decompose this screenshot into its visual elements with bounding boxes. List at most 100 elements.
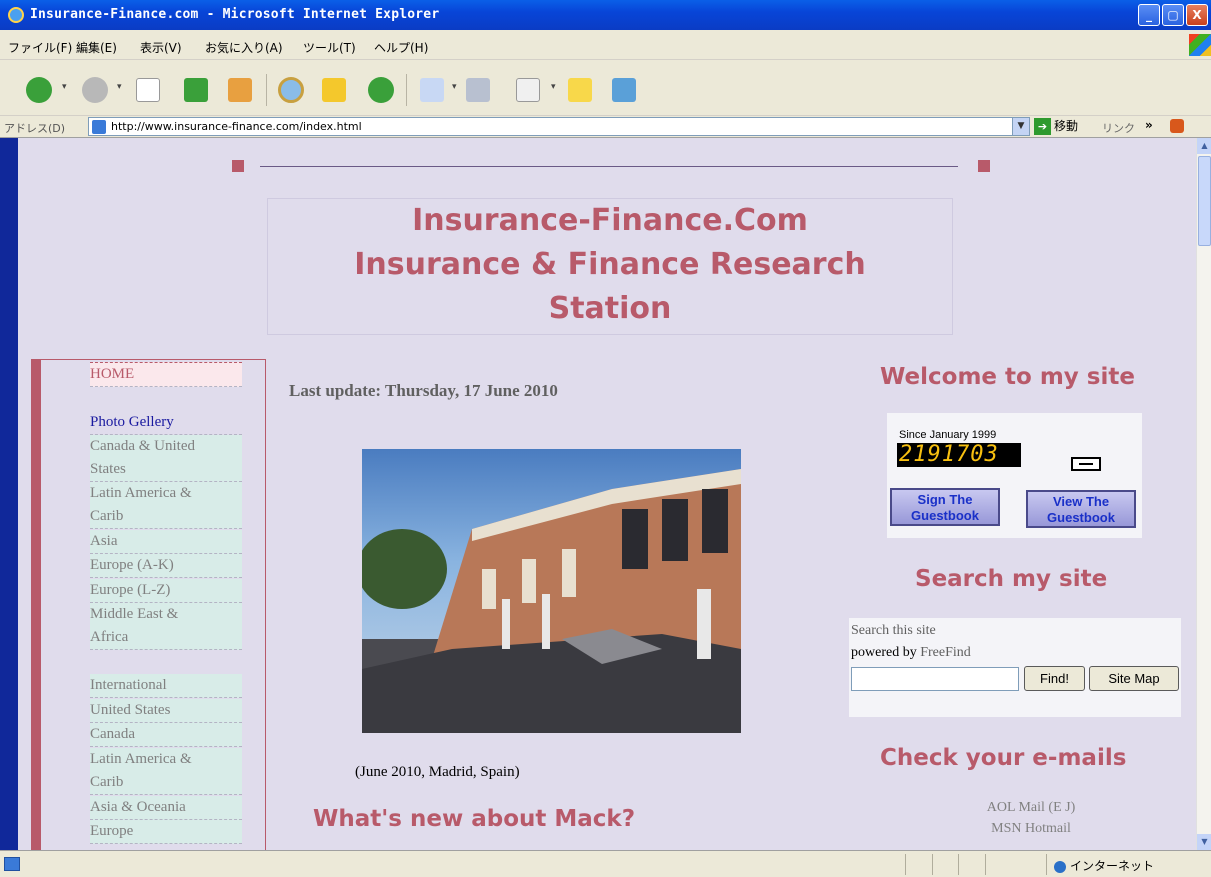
- minimize-button[interactable]: _: [1138, 4, 1160, 26]
- mail-dropdown-icon[interactable]: ▾: [452, 82, 457, 92]
- site-title-line1: Insurance-Finance.Com: [412, 203, 808, 238]
- links-more-icon[interactable]: »: [1145, 118, 1153, 132]
- sign-guestbook-button[interactable]: Sign The Guestbook: [890, 488, 1000, 526]
- back-dropdown-icon[interactable]: ▾: [62, 82, 67, 92]
- vertical-scrollbar[interactable]: ▲ ▼: [1196, 138, 1211, 850]
- refresh-icon[interactable]: [184, 78, 208, 102]
- globe-icon: [1054, 860, 1066, 873]
- menu-view[interactable]: 表示(V): [140, 39, 182, 56]
- toolbar-extra-icon[interactable]: [1170, 119, 1184, 133]
- nav-item[interactable]: Canada & United: [90, 435, 242, 459]
- freefind-link[interactable]: FreeFind: [920, 645, 971, 660]
- messenger-icon[interactable]: [612, 78, 636, 102]
- header-square-left: [232, 160, 244, 172]
- discuss-icon[interactable]: [568, 78, 592, 102]
- counter-since: Since January 1999: [899, 429, 997, 441]
- nav-item[interactable]: Middle East &: [90, 603, 242, 627]
- scroll-thumb[interactable]: [1198, 156, 1211, 246]
- forward-icon[interactable]: [82, 77, 108, 103]
- menu-favorites[interactable]: お気に入り(A): [205, 39, 283, 56]
- last-update: Last update: Thursday, 17 June 2010: [289, 381, 558, 400]
- header-square-right: [978, 160, 990, 172]
- home-icon[interactable]: [228, 78, 252, 102]
- aol-mail-link[interactable]: AOL Mail (E J): [896, 800, 1166, 816]
- nav-item[interactable]: Europe (L-Z): [90, 579, 242, 603]
- ie-icon: [8, 7, 24, 23]
- window-left-edge: [0, 138, 18, 850]
- nav-item[interactable]: Latin America &: [90, 748, 242, 772]
- links-label[interactable]: リンク: [1102, 120, 1135, 136]
- view-guestbook-button[interactable]: View The Guestbook: [1026, 490, 1136, 528]
- toolbar: ▾ ▾ ▾ ▾: [0, 60, 1211, 116]
- welcome-heading: Welcome to my site: [880, 364, 1135, 390]
- nav-item[interactable]: Carib: [90, 771, 242, 795]
- menu-tools[interactable]: ツール(T): [303, 39, 356, 56]
- nav-item[interactable]: Carib: [90, 505, 242, 529]
- nav-item[interactable]: States: [90, 458, 242, 482]
- photo-caption: (June 2010, Madrid, Spain): [355, 764, 520, 780]
- scroll-down-icon[interactable]: ▼: [1197, 834, 1211, 850]
- counter-digits: 2191703: [897, 443, 1021, 467]
- search-label: Search this site: [851, 623, 936, 638]
- edit-dropdown-icon[interactable]: ▾: [551, 82, 556, 92]
- search-icon[interactable]: [278, 77, 304, 103]
- find-button[interactable]: Find!: [1024, 666, 1085, 691]
- address-input[interactable]: http://www.insurance-finance.com/index.h…: [88, 117, 1030, 136]
- menu-file[interactable]: ファイル(F): [8, 39, 72, 56]
- status-bar: インターネット: [0, 850, 1211, 877]
- status-cell: [958, 854, 959, 875]
- menu-help[interactable]: ヘルプ(H): [374, 39, 428, 56]
- nav-item[interactable]: International: [90, 674, 242, 698]
- browser-window: Insurance-Finance.com - Microsoft Intern…: [0, 0, 1211, 877]
- powered-by: powered by FreeFind: [851, 645, 971, 661]
- search-heading: Search my site: [915, 566, 1108, 592]
- forward-dropdown-icon[interactable]: ▾: [117, 82, 122, 92]
- site-title-line2: Insurance & Finance Research: [354, 247, 866, 282]
- address-bar: アドレス(D) http://www.insurance-finance.com…: [0, 116, 1211, 138]
- search-panel: Search this site powered by FreeFind Fin…: [849, 618, 1181, 717]
- mail-icon[interactable]: [420, 78, 444, 102]
- scroll-up-icon[interactable]: ▲: [1197, 138, 1211, 154]
- nav-item[interactable]: Asia: [90, 530, 242, 554]
- status-cell: [985, 854, 986, 875]
- window-title: Insurance-Finance.com - Microsoft Intern…: [30, 7, 440, 22]
- msn-hotmail-link[interactable]: MSN Hotmail: [896, 821, 1166, 837]
- history-icon[interactable]: [368, 77, 394, 103]
- close-button[interactable]: X: [1186, 4, 1208, 26]
- toolbar-separator: [406, 74, 407, 106]
- menu-bar: ファイル(F) 編集(E) 表示(V) お気に入り(A) ツール(T) ヘルプ(…: [0, 30, 1211, 60]
- edit-word-icon[interactable]: [516, 78, 540, 102]
- nav-item[interactable]: Asia & Oceania: [90, 796, 242, 820]
- windows-logo-icon: [1189, 34, 1211, 56]
- envelope-icon[interactable]: [1071, 457, 1101, 471]
- stop-icon[interactable]: [136, 78, 160, 102]
- madrid-photo: [362, 449, 741, 733]
- favorites-star-icon[interactable]: [322, 78, 346, 102]
- check-email-heading: Check your e-mails: [880, 745, 1127, 771]
- site-title-line3: Station: [548, 291, 672, 326]
- back-icon[interactable]: [26, 77, 52, 103]
- go-button[interactable]: ➔ 移動: [1034, 117, 1078, 136]
- print-icon[interactable]: [466, 78, 490, 102]
- nav-item[interactable]: Latin America &: [90, 482, 242, 506]
- nav-item[interactable]: Europe: [90, 820, 242, 844]
- address-dropdown-icon[interactable]: ▼: [1012, 118, 1029, 135]
- title-bar: Insurance-Finance.com - Microsoft Intern…: [0, 0, 1211, 30]
- nav-item[interactable]: United States: [90, 699, 242, 723]
- web-page: Insurance-Finance.Com Insurance & Financ…: [18, 138, 1196, 850]
- nav-home[interactable]: HOME: [90, 362, 242, 387]
- go-label: 移動: [1054, 119, 1079, 133]
- nav-photo-gallery[interactable]: Photo Gellery: [90, 411, 242, 435]
- address-url[interactable]: http://www.insurance-finance.com/index.h…: [111, 120, 362, 133]
- maximize-button[interactable]: ▢: [1162, 4, 1184, 26]
- nav-item[interactable]: Europe (A-K): [90, 554, 242, 578]
- site-map-button[interactable]: Site Map: [1089, 666, 1179, 691]
- zone-label: インターネット: [1070, 859, 1155, 873]
- nav-item[interactable]: Africa: [90, 626, 242, 650]
- search-input[interactable]: [851, 667, 1019, 691]
- status-cell: [1046, 854, 1047, 875]
- menu-edit[interactable]: 編集(E): [76, 39, 117, 56]
- nav-item[interactable]: Canada: [90, 723, 242, 747]
- whats-new-heading: What's new about Mack?: [313, 806, 636, 832]
- toolbar-separator: [266, 74, 267, 106]
